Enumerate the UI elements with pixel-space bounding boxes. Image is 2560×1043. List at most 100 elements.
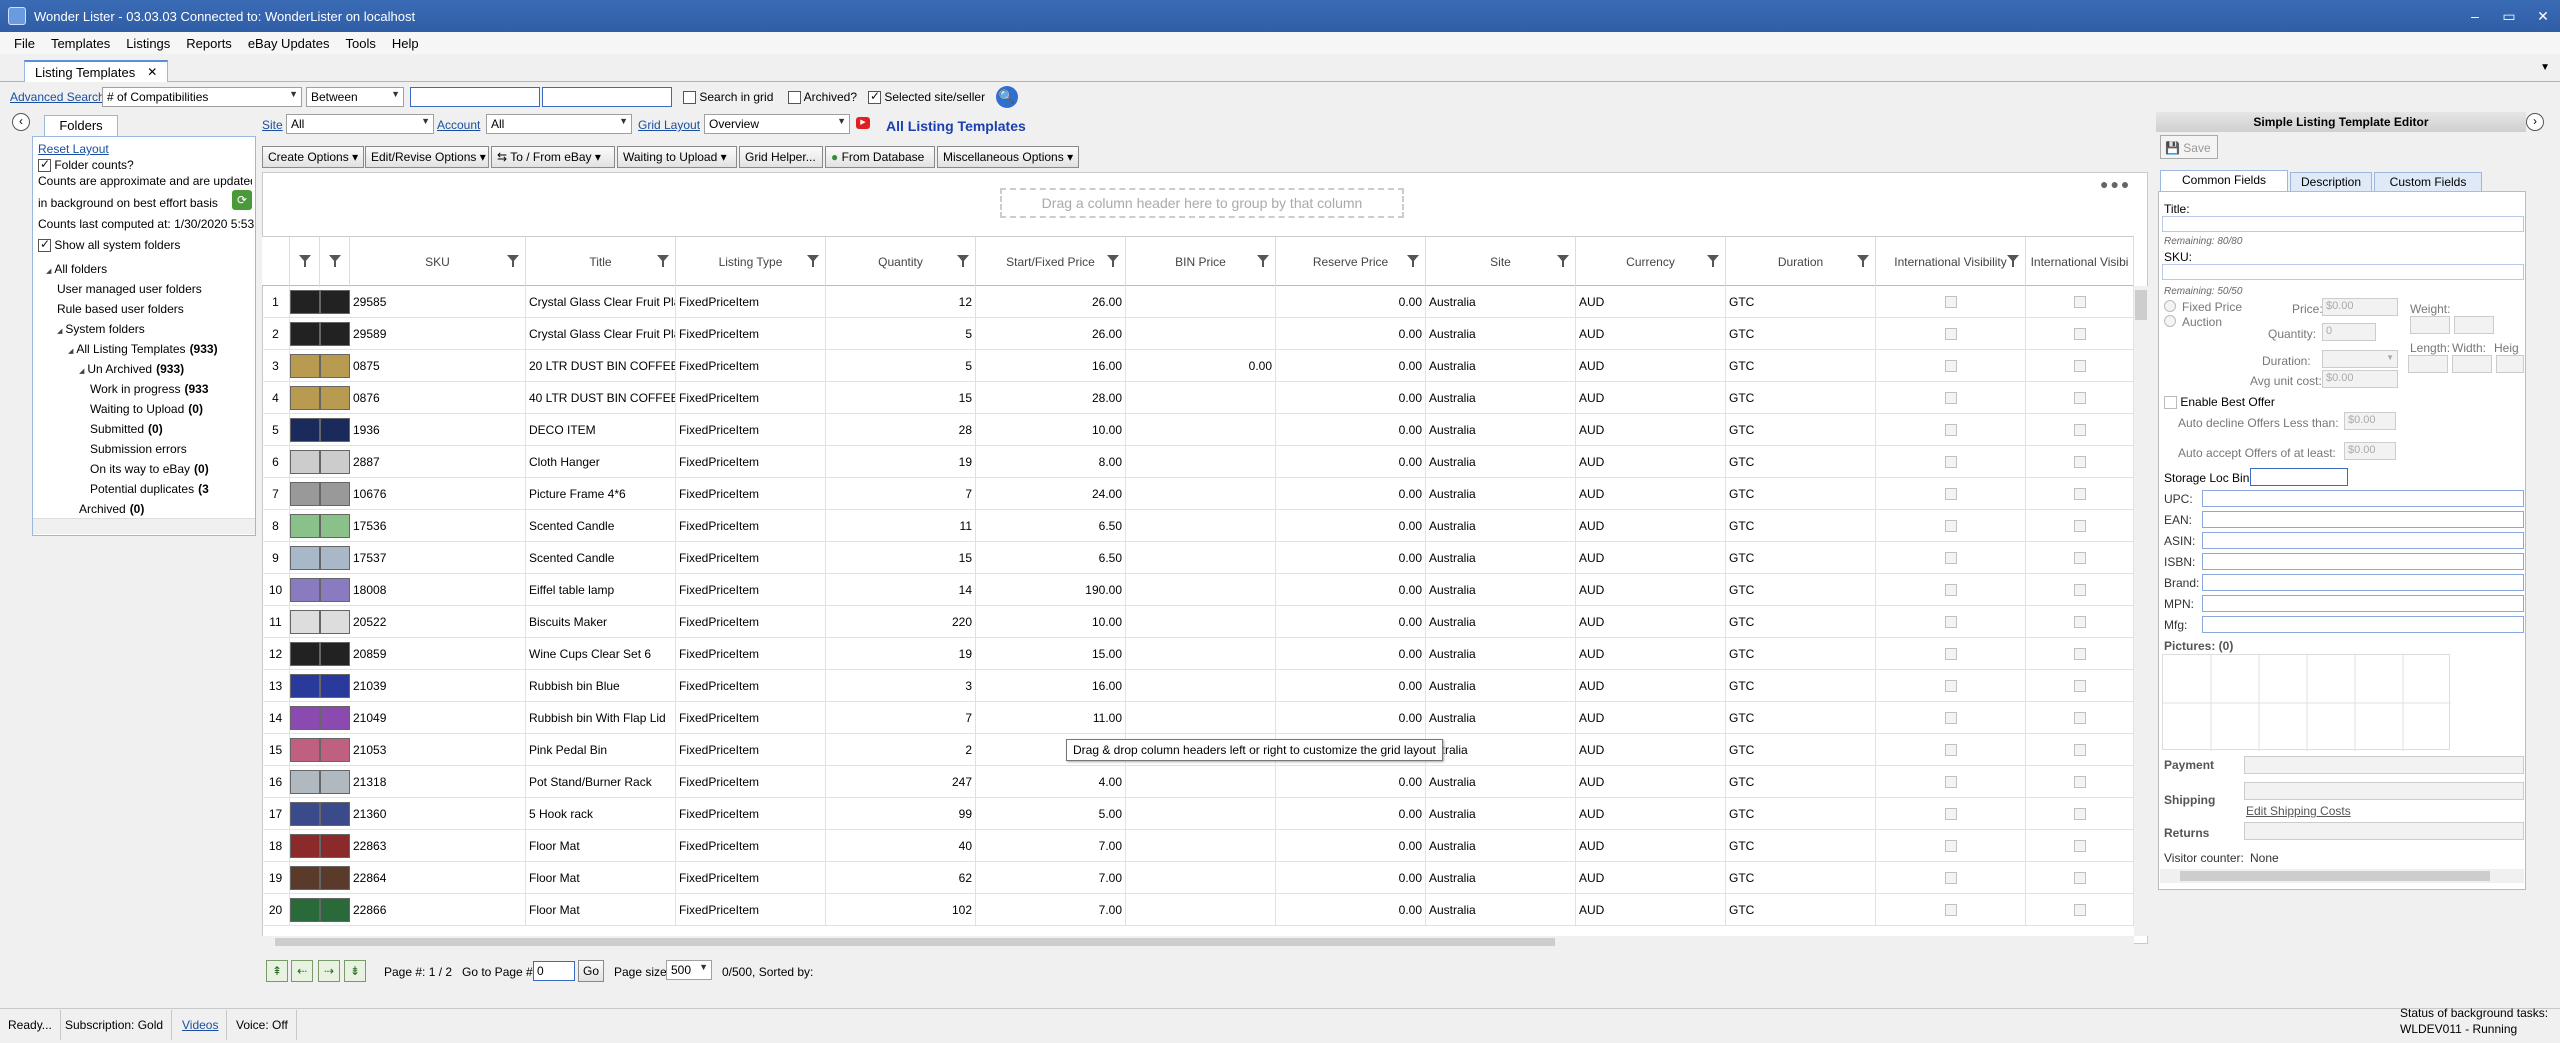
item-thumbnail[interactable] — [290, 802, 320, 826]
intl-visibility-checkbox[interactable] — [1945, 552, 1957, 564]
show-system-folders-checkbox[interactable] — [38, 237, 51, 253]
item-thumbnail[interactable] — [290, 546, 320, 570]
folder-tree-item[interactable]: Potential duplicates (3 — [90, 482, 209, 496]
item-thumbnail[interactable] — [320, 386, 350, 410]
reset-layout-link[interactable]: Reset Layout — [38, 142, 109, 156]
height-input[interactable] — [2496, 355, 2524, 373]
table-row[interactable]: 2 29589 Crystal Glass Clear Fruit Plat Fixe… — [262, 318, 2134, 350]
intl-visibility-checkbox[interactable] — [2074, 680, 2086, 692]
grid-horizontal-scroll-thumb[interactable] — [275, 938, 1555, 946]
intl-visibility-checkbox[interactable] — [2074, 296, 2086, 308]
intl-visibility-checkbox[interactable] — [2074, 520, 2086, 532]
column-header[interactable]: Start/Fixed Price — [976, 237, 1126, 287]
identifier-input[interactable] — [2202, 511, 2524, 528]
folder-counts-checkbox[interactable] — [38, 157, 51, 173]
column-header[interactable]: Title — [526, 237, 676, 287]
grid-vertical-scroll-thumb[interactable] — [2135, 290, 2147, 320]
item-thumbnail[interactable] — [320, 706, 350, 730]
sku-input[interactable] — [2162, 264, 2524, 280]
menu-tools[interactable]: Tools — [337, 36, 383, 51]
search-value-from[interactable] — [410, 87, 540, 107]
column-header[interactable]: Listing Type — [676, 237, 826, 287]
tree-expander-icon[interactable]: ◢ — [57, 328, 62, 335]
filter-icon[interactable] — [1107, 255, 1119, 267]
auction-radio[interactable] — [2164, 315, 2176, 327]
intl-visibility-checkbox[interactable] — [1945, 712, 1957, 724]
item-thumbnail[interactable] — [320, 322, 350, 346]
folder-tree-item[interactable]: On its way to eBay (0) — [90, 462, 209, 476]
grid-header-filter-cell[interactable] — [290, 237, 320, 287]
identifier-input[interactable] — [2202, 490, 2524, 507]
intl-visibility-checkbox[interactable] — [2074, 456, 2086, 468]
table-row[interactable]: 1 29585 Crystal Glass Clear Fruit Plat Fixe… — [262, 286, 2134, 318]
item-thumbnail[interactable] — [290, 578, 320, 602]
create-options-button[interactable]: Create Options ▾ — [262, 146, 364, 168]
avg-cost-input[interactable]: $0.00 — [2322, 370, 2398, 388]
grid-vertical-scrollbar[interactable] — [2134, 286, 2148, 936]
item-thumbnail[interactable] — [320, 642, 350, 666]
intl-visibility-checkbox[interactable] — [1945, 296, 1957, 308]
video-icon[interactable]: ▶ — [856, 117, 870, 129]
group-by-area[interactable]: Drag a column header here to group by th… — [1000, 188, 1404, 218]
intl-visibility-checkbox[interactable] — [1945, 808, 1957, 820]
edit-revise-options-button[interactable]: Edit/Revise Options ▾ — [365, 146, 489, 168]
weight-oz-input[interactable] — [2454, 316, 2494, 334]
identifier-input[interactable] — [2202, 553, 2524, 570]
intl-visibility-checkbox[interactable] — [2074, 488, 2086, 500]
auto-decline-input[interactable]: $0.00 — [2344, 412, 2396, 430]
item-thumbnail[interactable] — [320, 610, 350, 634]
tab-menu-icon[interactable]: ▼ — [2540, 62, 2550, 73]
search-value-to[interactable] — [542, 87, 672, 107]
tree-expander-icon[interactable]: ◢ — [46, 268, 51, 275]
filter-icon[interactable] — [1857, 255, 1869, 267]
intl-visibility-checkbox[interactable] — [1945, 328, 1957, 340]
intl-visibility-checkbox[interactable] — [1945, 904, 1957, 916]
table-row[interactable]: 8 17536 Scented Candle FixedPriceItem 11 6.50… — [262, 510, 2134, 542]
column-header[interactable]: International Visibi — [2026, 237, 2134, 287]
tab-listing-templates[interactable]: Listing Templates ✕ — [24, 60, 169, 82]
intl-visibility-checkbox[interactable] — [1945, 744, 1957, 756]
intl-visibility-checkbox[interactable] — [1945, 680, 1957, 692]
storage-input[interactable] — [2250, 468, 2348, 486]
table-row[interactable]: 14 21049 Rubbish bin With Flap Lid FixedPri… — [262, 702, 2134, 734]
collapse-right-icon[interactable]: › — [2526, 113, 2544, 131]
intl-visibility-checkbox[interactable] — [2074, 744, 2086, 756]
column-header[interactable]: Currency — [1576, 237, 1726, 287]
payment-select[interactable] — [2244, 756, 2524, 774]
prev-page-button[interactable]: ⇠ — [291, 960, 313, 982]
filter-icon[interactable] — [299, 255, 311, 267]
go-button[interactable]: Go — [578, 960, 604, 982]
refresh-icon[interactable]: ⟳ — [232, 190, 252, 210]
intl-visibility-checkbox[interactable] — [2074, 616, 2086, 628]
column-header[interactable]: Quantity — [826, 237, 976, 287]
intl-visibility-checkbox[interactable] — [1945, 392, 1957, 404]
item-thumbnail[interactable] — [290, 514, 320, 538]
item-thumbnail[interactable] — [320, 802, 350, 826]
tab-common-fields[interactable]: Common Fields — [2160, 170, 2288, 192]
intl-visibility-checkbox[interactable] — [2074, 776, 2086, 788]
returns-select[interactable] — [2244, 822, 2524, 840]
folders-horizontal-scrollbar[interactable] — [33, 518, 255, 534]
table-row[interactable]: 13 21039 Rubbish bin Blue FixedPriceItem 3 16… — [262, 670, 2134, 702]
intl-visibility-checkbox[interactable] — [1945, 616, 1957, 628]
item-thumbnail[interactable] — [320, 578, 350, 602]
item-thumbnail[interactable] — [320, 898, 350, 922]
minimize-button[interactable]: – — [2458, 0, 2492, 32]
folder-counts-option[interactable]: Folder counts? — [38, 157, 134, 173]
filter-icon[interactable] — [1557, 255, 1569, 267]
advanced-search-link[interactable]: Advanced Search — [10, 90, 105, 104]
folder-tree-item[interactable]: User managed user folders — [57, 282, 202, 296]
table-row[interactable]: 12 20859 Wine Cups Clear Set 6 FixedPriceIt… — [262, 638, 2134, 670]
site-select[interactable]: All ▼ — [286, 114, 434, 134]
menu-reports[interactable]: Reports — [178, 36, 240, 51]
item-thumbnail[interactable] — [290, 418, 320, 442]
folder-tree-item[interactable]: Rule based user folders — [57, 302, 184, 316]
item-thumbnail[interactable] — [290, 482, 320, 506]
tab-custom-fields[interactable]: Custom Fields — [2374, 172, 2482, 192]
column-header[interactable]: International Visibility — [1876, 237, 2026, 287]
intl-visibility-checkbox[interactable] — [2074, 424, 2086, 436]
to-from-ebay-button[interactable]: ⇆ To / From eBay ▾ — [491, 146, 615, 168]
table-row[interactable]: 17 21360 5 Hook rack FixedPriceItem 99 5.00 0.… — [262, 798, 2134, 830]
intl-visibility-checkbox[interactable] — [1945, 456, 1957, 468]
save-button[interactable]: 💾 Save — [2160, 135, 2218, 159]
